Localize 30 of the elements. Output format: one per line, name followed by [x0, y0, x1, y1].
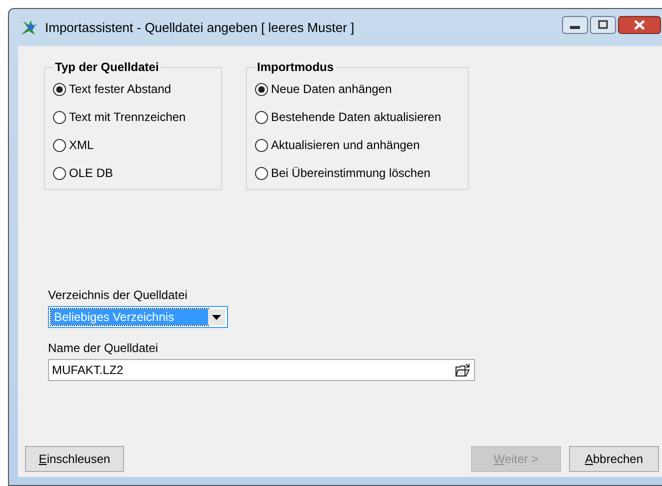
file-name-label: Name der Quelldatei — [48, 341, 160, 355]
radio-label[interactable]: Text mit Trennzeichen — [69, 110, 186, 124]
directory-label: Verzeichnis der Quelldatei — [48, 288, 188, 302]
import-button[interactable]: Einschleusen — [25, 446, 124, 472]
browse-folder-icon[interactable] — [454, 361, 472, 379]
radio-button[interactable] — [255, 166, 268, 180]
radio-label[interactable]: OLE DB — [69, 166, 114, 180]
file-name-field[interactable]: MUFAKT.LZ2 — [48, 359, 475, 381]
radio-label[interactable]: Neue Daten anhängen — [271, 82, 392, 96]
radio-label[interactable]: Aktualisieren und anhängen — [271, 138, 420, 152]
radio-label[interactable]: Bei Übereinstimmung löschen — [271, 166, 430, 180]
close-button[interactable] — [618, 16, 661, 34]
cancel-button[interactable]: Abbrechen — [569, 446, 659, 472]
group-title: Importmodus — [255, 60, 336, 74]
radio-button[interactable] — [53, 138, 66, 152]
app-icon — [19, 18, 39, 36]
radio-button[interactable] — [255, 82, 268, 96]
window-title: Importassistent - Quelldatei angeben [ leeres Muster ] — [45, 20, 354, 35]
radio-button[interactable] — [53, 110, 66, 124]
group-title: Typ der Quelldatei — [53, 60, 161, 74]
minimize-button[interactable] — [562, 16, 588, 34]
radio-button[interactable] — [53, 166, 66, 180]
radio-button[interactable] — [255, 110, 268, 124]
maximize-button[interactable] — [590, 16, 616, 34]
radio-button[interactable] — [255, 138, 268, 152]
radio-label[interactable]: XML — [69, 138, 94, 152]
radio-label[interactable]: Text fester Abstand — [69, 82, 172, 96]
dropdown-arrow-icon — [212, 314, 221, 320]
radio-label[interactable]: Bestehende Daten aktualisieren — [271, 110, 442, 124]
radio-button[interactable] — [53, 82, 66, 96]
